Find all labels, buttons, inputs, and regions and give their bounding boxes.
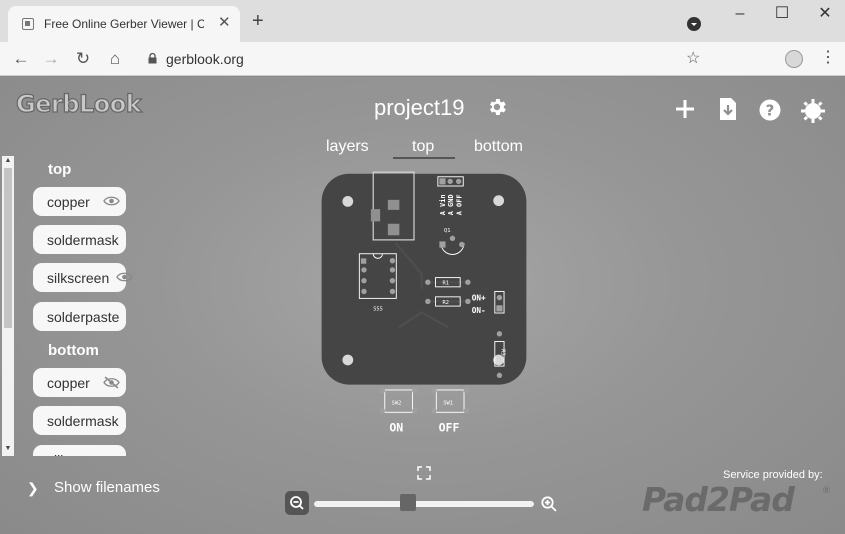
layer-label: soldermask xyxy=(47,232,119,248)
tab-top[interactable]: top xyxy=(412,138,434,156)
silk-label-r3: R3 xyxy=(500,349,506,355)
download-file-icon[interactable] xyxy=(719,97,737,121)
lock-icon xyxy=(148,53,157,64)
silk-label-on: ON xyxy=(389,421,403,435)
layer-top-silkscreen[interactable]: silkscreen xyxy=(33,263,133,292)
profile-menu-icon[interactable] xyxy=(687,17,701,31)
tab-bottom[interactable]: bottom xyxy=(474,138,523,156)
silk-label-555: 555 xyxy=(373,307,383,313)
settings-sun-icon[interactable] xyxy=(801,99,825,123)
back-arrow-icon[interactable]: ← xyxy=(10,48,32,70)
silk-label-sw1: SW1 xyxy=(443,401,453,407)
layer-label: solderpaste xyxy=(47,309,120,325)
svg-text:GerbLook: GerbLook xyxy=(16,90,143,116)
pcb-board-top-view[interactable]: A Vin A GND A OFF Q1 ON+ ON- 555 R1 R2 R… xyxy=(291,166,557,440)
layer-label: soldermask xyxy=(47,413,119,429)
fullscreen-icon[interactable] xyxy=(417,466,431,480)
project-title: project19 xyxy=(374,95,465,120)
tab-title: Free Online Gerber Viewer | Circ... xyxy=(44,17,204,31)
gear-icon[interactable] xyxy=(486,96,508,118)
layer-bottom-silkscreen[interactable]: silkscreen xyxy=(33,445,126,456)
top-section-label: top xyxy=(48,161,72,178)
sidebar-scrollbar[interactable]: ▲ ▼ xyxy=(2,156,14,456)
zoom-out-button[interactable] xyxy=(285,491,309,515)
chevron-right-icon: ❯ xyxy=(27,480,39,496)
eye-icon[interactable] xyxy=(103,195,120,207)
r3-bottom xyxy=(496,372,503,379)
layer-top-solderpaste[interactable]: solderpaste xyxy=(33,302,126,331)
gerblook-logo: GerbLook xyxy=(16,90,144,116)
zoom-slider[interactable] xyxy=(314,501,534,507)
pad xyxy=(387,223,400,236)
svg-text:®: ® xyxy=(822,486,831,496)
scrollbar-thumb[interactable] xyxy=(4,168,12,328)
browser-tab[interactable]: Free Online Gerber Viewer | Circ... ✕ xyxy=(8,6,240,42)
svg-text:Pad2Pad: Pad2Pad xyxy=(642,480,795,519)
silk-label-on-minus: ON- xyxy=(472,306,486,315)
silk-label-r2: R2 xyxy=(442,300,448,306)
zoom-out-icon xyxy=(290,496,304,510)
pad2pad-logo[interactable]: Pad2Pad ® xyxy=(642,479,832,519)
layer-top-copper[interactable]: copper xyxy=(33,187,126,216)
eye-off-icon[interactable] xyxy=(103,376,120,389)
layer-bottom-copper[interactable]: copper xyxy=(33,368,126,397)
silk-label-a-off: A OFF xyxy=(456,194,464,215)
layer-top-soldermask[interactable]: soldermask xyxy=(33,225,126,254)
header-pads xyxy=(439,178,462,185)
board-outline xyxy=(321,173,527,385)
layer-label: copper xyxy=(47,375,90,391)
bottom-section-label: bottom xyxy=(48,342,99,359)
minimize-button[interactable]: – xyxy=(730,4,750,24)
reload-icon[interactable]: ↻ xyxy=(72,48,94,70)
zoom-slider-thumb[interactable] xyxy=(399,494,416,511)
scroll-down-arrow-icon[interactable]: ▼ xyxy=(2,444,14,454)
bookmark-star-icon[interactable]: ☆ xyxy=(686,48,700,68)
layer-label: silkscreen xyxy=(47,452,109,456)
tab-close-icon[interactable]: ✕ xyxy=(218,15,231,30)
layer-label: copper xyxy=(47,194,90,210)
home-icon[interactable]: ⌂ xyxy=(104,48,126,70)
pad xyxy=(370,209,381,222)
gerblook-app: GerbLook project19 ? layers top bottom ▲… xyxy=(0,77,845,534)
favicon-icon xyxy=(22,18,34,30)
layer-bottom-soldermask[interactable]: soldermask xyxy=(33,406,126,435)
svg-text:?: ? xyxy=(766,102,775,120)
help-icon[interactable]: ? xyxy=(759,99,781,121)
silk-label-on-plus: ON+ xyxy=(472,294,486,303)
silk-label-sw2: SW2 xyxy=(392,401,402,407)
close-window-button[interactable]: ✕ xyxy=(815,4,835,24)
active-tab-indicator xyxy=(393,157,455,159)
silk-label-q1: Q1 xyxy=(444,228,450,234)
show-filenames-label: Show filenames xyxy=(54,479,160,496)
zoom-in-icon[interactable] xyxy=(540,495,558,513)
silk-label-off: OFF xyxy=(439,421,460,435)
scroll-up-arrow-icon[interactable]: ▲ xyxy=(2,156,14,166)
silk-label-a-vin: A Vin xyxy=(439,194,447,215)
browser-toolbar: ← → ↻ ⌂ gerblook.org ☆ ⋮ xyxy=(0,42,845,76)
browser-tabstrip: Free Online Gerber Viewer | Circ... ✕ + … xyxy=(0,0,845,42)
add-icon[interactable] xyxy=(675,99,695,119)
tab-layers[interactable]: layers xyxy=(326,138,369,156)
layer-sidebar: ▲ ▼ top copper soldermask silkscreen sol… xyxy=(0,156,140,456)
silk-label-r1: R1 xyxy=(442,281,448,287)
pad xyxy=(387,199,400,210)
new-tab-button[interactable]: + xyxy=(252,11,264,31)
browser-menu-icon[interactable]: ⋮ xyxy=(820,48,836,68)
eye-icon[interactable] xyxy=(116,271,133,283)
layer-label: silkscreen xyxy=(47,270,110,286)
maximize-button[interactable]: ☐ xyxy=(772,4,792,24)
silk-label-a-gnd: A GND xyxy=(447,194,455,215)
extension-icon[interactable] xyxy=(785,50,803,68)
forward-arrow-icon[interactable]: → xyxy=(40,48,62,70)
address-bar[interactable]: gerblook.org xyxy=(166,51,244,67)
